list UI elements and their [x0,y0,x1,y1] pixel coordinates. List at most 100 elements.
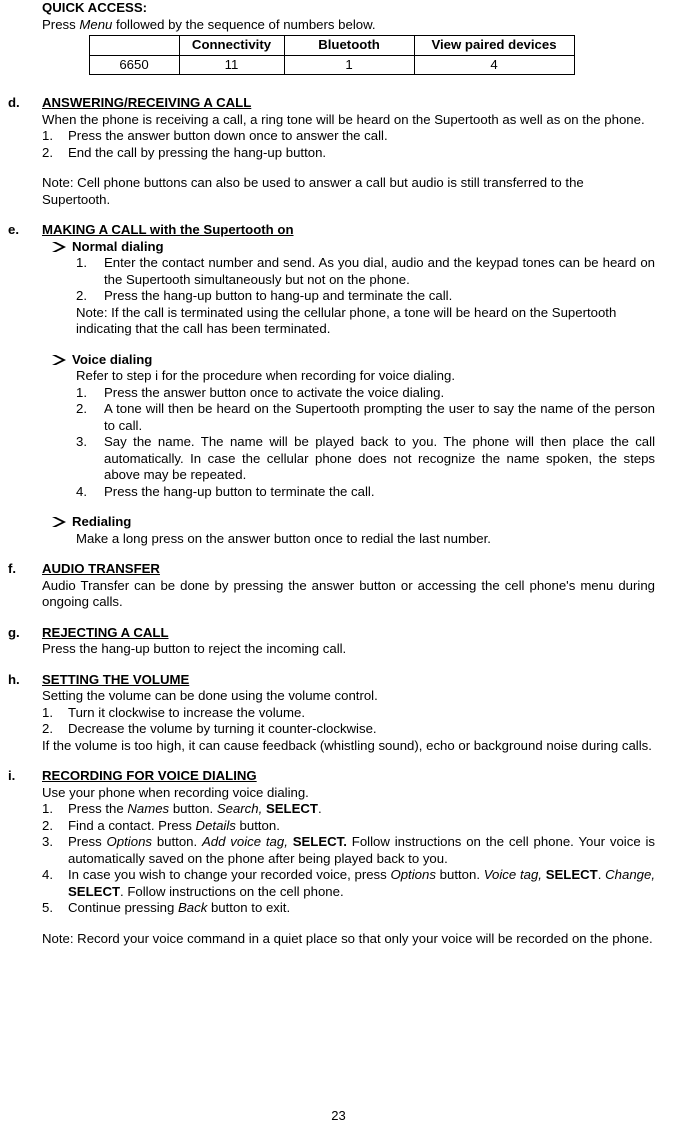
list-item: 1. Press the answer button once to activ… [8,385,655,402]
list-text: Press the answer button once to activate… [104,385,655,402]
t: Names [127,801,169,816]
list-text: In case you wish to change your recorded… [68,867,655,900]
qa-header-0 [89,36,179,56]
list-text: Press the Names button. Search, SELECT. [68,801,655,818]
list-num: 2. [42,721,68,738]
e-voice-intro: Refer to step i for the procedure when r… [8,368,655,385]
list-item: 2. Press the hang-up button to hang-up a… [8,288,655,305]
list-num: 5. [42,900,68,917]
list-item: 2. Find a contact. Press Details button. [8,818,655,835]
list-num: 1. [42,128,68,145]
section-letter: d. [8,95,42,112]
i-note: Note: Record your voice command in a qui… [8,931,655,948]
section-letter: h. [8,672,42,689]
t: SELECT [266,801,318,816]
list-item: 2. Decrease the volume by turning it cou… [8,721,655,738]
list-text: Press Options button. Add voice tag, SEL… [68,834,655,867]
section-letter: i. [8,768,42,785]
qa-header-3: View paired devices [414,36,574,56]
t: Options [390,867,435,882]
quick-access-title: QUICK ACCESS: [8,0,655,17]
e-redial-title: Redialing [72,514,655,531]
qa-cell-3: 4 [414,55,574,75]
list-item: 1. Enter the contact number and send. As… [8,255,655,288]
t: Search, [217,801,262,816]
list-item: 2. End the call by pressing the hang-up … [8,145,655,162]
list-text: A tone will then be heard on the Superto… [104,401,655,434]
e-normal-note: Note: If the call is terminated using th… [8,305,655,338]
section-letter: e. [8,222,42,239]
list-text: Turn it clockwise to increase the volume… [68,705,655,722]
quick-access-table: Connectivity Bluetooth View paired devic… [89,35,575,75]
t: Options [107,834,152,849]
e-normal-title: Normal dialing [72,239,655,256]
t: Change, [605,867,655,882]
list-num: 3. [76,434,104,451]
t: . [598,867,605,882]
t: Press the [68,801,127,816]
list-item: 2. A tone will then be heard on the Supe… [8,401,655,434]
qa-cell-1: 11 [179,55,284,75]
list-num: 2. [76,288,104,305]
bullet-item-voice: Voice dialing [8,352,655,369]
t: In case you wish to change your recorded… [68,867,390,882]
t: button. [436,867,484,882]
list-num: 1. [76,255,104,272]
qa-header-2: Bluetooth [284,36,414,56]
t: Back [178,900,207,915]
section-letter: g. [8,625,42,642]
qa-instruction-pre: Press [42,17,79,32]
list-num: 2. [42,818,68,835]
t: Add voice tag, [202,834,288,849]
section-i: i. RECORDING FOR VOICE DIALING Use your … [8,768,655,947]
list-num: 4. [76,484,104,501]
section-heading: REJECTING A CALL [42,625,655,642]
i-p1: Use your phone when recording voice dial… [8,785,655,802]
f-body: Audio Transfer can be done by pressing t… [8,578,655,611]
page: QUICK ACCESS: Press Menu followed by the… [0,0,677,1138]
section-heading: MAKING A CALL with the Supertooth on [42,222,655,239]
g-body: Press the hang-up button to reject the i… [8,641,655,658]
d-note: Note: Cell phone buttons can also be use… [8,175,655,208]
bullet-item-normal: Normal dialing [8,239,655,256]
list-text: Press the hang-up button to terminate th… [104,484,655,501]
list-text: Continue pressing Back button to exit. [68,900,655,917]
t: button to exit. [207,900,290,915]
table-row: Connectivity Bluetooth View paired devic… [89,36,574,56]
e-voice-title: Voice dialing [72,352,655,369]
table-row: 6650 11 1 4 [89,55,574,75]
section-heading: ANSWERING/RECEIVING A CALL [42,95,655,112]
list-item: 3. Say the name. The name will be played… [8,434,655,484]
bullet-icon [52,355,66,365]
list-num: 1. [42,705,68,722]
section-heading: SETTING THE VOLUME [42,672,655,689]
list-num: 1. [76,385,104,402]
t: Continue pressing [68,900,178,915]
list-text: End the call by pressing the hang-up but… [68,145,655,162]
section-letter: f. [8,561,42,578]
qa-cell-2: 1 [284,55,414,75]
e-redial-body: Make a long press on the answer button o… [8,531,655,548]
t: Voice tag, [484,867,542,882]
list-item: 4. Press the hang-up button to terminate… [8,484,655,501]
list-num: 1. [42,801,68,818]
list-text: Find a contact. Press Details button. [68,818,655,835]
list-item: 4. In case you wish to change your recor… [8,867,655,900]
page-number: 23 [0,1108,677,1124]
t: SELECT. [293,834,347,849]
bullet-icon [52,517,66,527]
bullet-item-redial: Redialing [8,514,655,531]
h-p1: Setting the volume can be done using the… [8,688,655,705]
list-item: 5. Continue pressing Back button to exit… [8,900,655,917]
list-text: Press the answer button down once to ans… [68,128,655,145]
list-num: 2. [42,145,68,162]
list-text: Enter the contact number and send. As yo… [104,255,655,288]
t: button. [169,801,217,816]
list-num: 4. [42,867,68,884]
qa-instruction-post: followed by the sequence of numbers belo… [112,17,375,32]
t: . [318,801,322,816]
list-item: 3. Press Options button. Add voice tag, … [8,834,655,867]
section-f: f. AUDIO TRANSFER Audio Transfer can be … [8,561,655,611]
list-text: Say the name. The name will be played ba… [104,434,655,484]
t: Details [196,818,236,833]
